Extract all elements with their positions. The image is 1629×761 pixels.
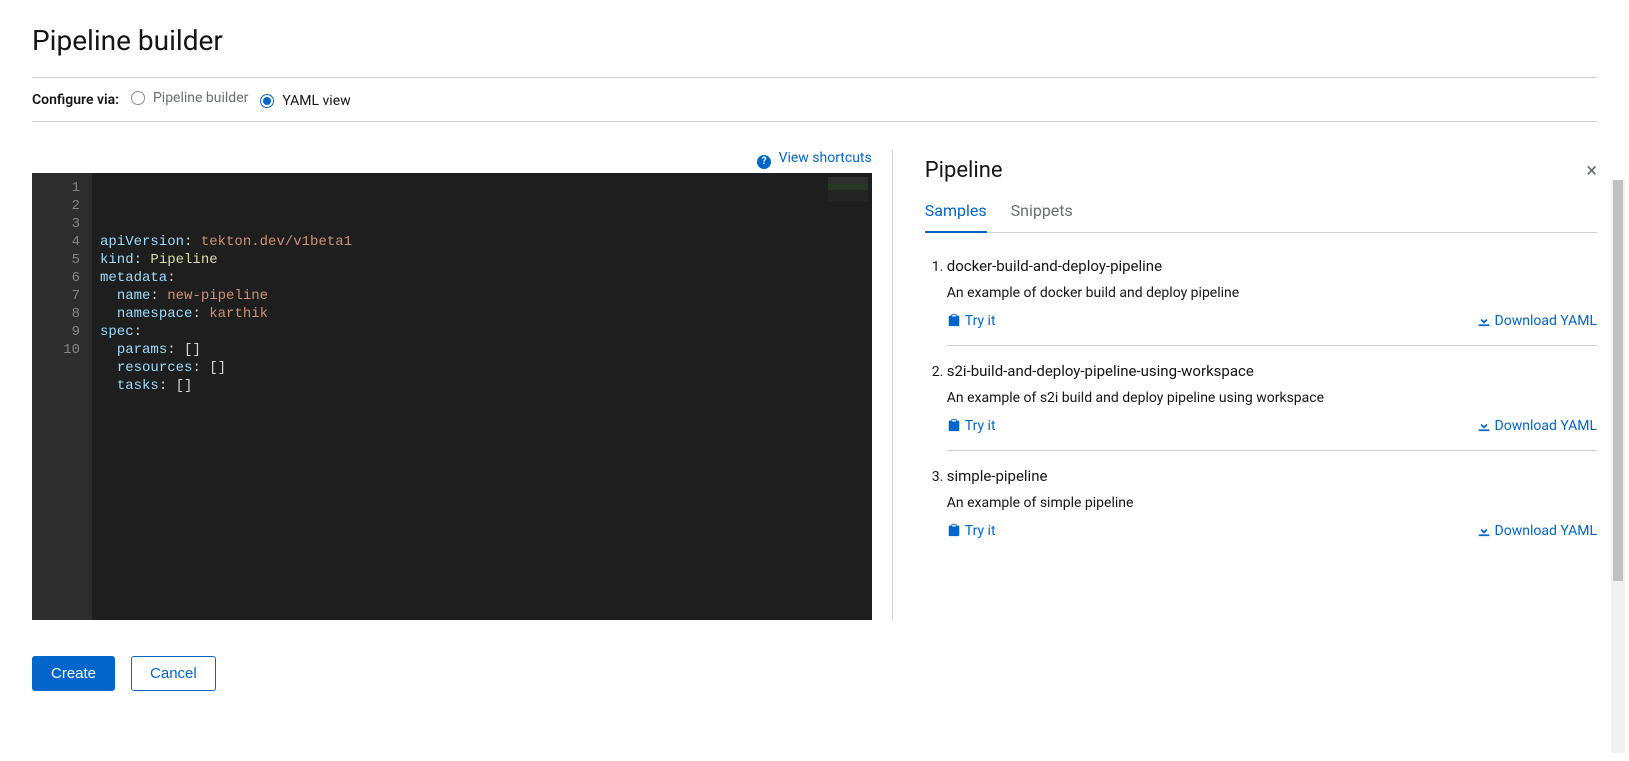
line-number: 1 <box>52 179 80 197</box>
sidebar-tabs: Samples Snippets <box>925 191 1597 233</box>
line-number: 7 <box>52 287 80 305</box>
configure-bar: Configure via: Pipeline builder YAML view <box>32 77 1597 122</box>
code-line: name: new-pipeline <box>100 287 864 305</box>
try-it-link[interactable]: Try it <box>947 313 996 329</box>
line-number: 9 <box>52 323 80 341</box>
sample-title: simple-pipeline <box>947 467 1597 485</box>
code-line: apiVersion: tekton.dev/v1beta1 <box>100 233 864 251</box>
sample-actions: Try it Download YAML <box>947 523 1597 539</box>
code-line: metadata: <box>100 269 864 287</box>
radio-configure-1[interactable]: YAML view <box>260 93 350 109</box>
code-line: tasks: [] <box>100 377 864 395</box>
sample-description: An example of simple pipeline <box>947 495 1597 511</box>
sample-description: An example of docker build and deploy pi… <box>947 285 1597 301</box>
close-icon[interactable]: × <box>1586 158 1597 182</box>
try-it-link[interactable]: Try it <box>947 418 996 434</box>
line-number: 5 <box>52 251 80 269</box>
paste-icon <box>947 418 961 432</box>
paste-icon <box>947 313 961 327</box>
code-line: spec: <box>100 323 864 341</box>
sample-item: simple-pipeline An example of simple pipe… <box>947 451 1597 555</box>
radio-icon <box>260 94 274 108</box>
sidebar-title: Pipeline <box>925 158 1597 183</box>
download-icon <box>1477 523 1491 537</box>
page-scrollbar[interactable] <box>1611 180 1625 753</box>
download-icon <box>1477 313 1491 327</box>
download-yaml-link[interactable]: Download YAML <box>1477 523 1597 539</box>
sample-actions: Try it Download YAML <box>947 313 1597 329</box>
tab-samples[interactable]: Samples <box>925 191 987 232</box>
radio-icon <box>131 91 145 105</box>
view-shortcuts-link[interactable]: ? View shortcuts <box>757 150 872 166</box>
radio-configure-0[interactable]: Pipeline builder <box>131 90 248 106</box>
sample-description: An example of s2i build and deploy pipel… <box>947 390 1597 406</box>
tab-snippets[interactable]: Snippets <box>1011 191 1073 232</box>
sample-actions: Try it Download YAML <box>947 418 1597 434</box>
help-icon: ? <box>757 155 771 169</box>
footer-actions: Create Cancel <box>32 656 1597 691</box>
yaml-editor[interactable]: 12345678910 apiVersion: tekton.dev/v1bet… <box>32 173 872 620</box>
sample-item: s2i-build-and-deploy-pipeline-using-work… <box>947 346 1597 451</box>
line-number: 8 <box>52 305 80 323</box>
sample-title: s2i-build-and-deploy-pipeline-using-work… <box>947 362 1597 380</box>
sample-item: docker-build-and-deploy-pipeline An examp… <box>947 241 1597 346</box>
code-line: params: [] <box>100 341 864 359</box>
code-line: kind: Pipeline <box>100 251 864 269</box>
download-yaml-link[interactable]: Download YAML <box>1477 313 1597 329</box>
code-line: namespace: karthik <box>100 305 864 323</box>
paste-icon <box>947 523 961 537</box>
radio-label: YAML view <box>282 93 350 109</box>
view-shortcuts-label: View shortcuts <box>779 150 872 166</box>
code-line <box>100 395 864 413</box>
try-it-link[interactable]: Try it <box>947 523 996 539</box>
line-number: 2 <box>52 197 80 215</box>
editor-gutter: 12345678910 <box>32 173 92 620</box>
sample-title: docker-build-and-deploy-pipeline <box>947 257 1597 275</box>
download-yaml-link[interactable]: Download YAML <box>1477 418 1597 434</box>
line-number: 10 <box>52 341 80 359</box>
editor-content[interactable]: apiVersion: tekton.dev/v1beta1kind: Pipe… <box>92 173 872 620</box>
line-number: 6 <box>52 269 80 287</box>
line-number: 4 <box>52 233 80 251</box>
samples-list: docker-build-and-deploy-pipeline An examp… <box>925 241 1597 555</box>
download-icon <box>1477 418 1491 432</box>
configure-label: Configure via: <box>32 92 119 108</box>
line-number: 3 <box>52 215 80 233</box>
page-title: Pipeline builder <box>32 24 1597 57</box>
create-button[interactable]: Create <box>32 656 115 691</box>
code-line: resources: [] <box>100 359 864 377</box>
radio-label: Pipeline builder <box>153 90 248 106</box>
scrollbar-thumb[interactable] <box>1613 180 1623 581</box>
cancel-button[interactable]: Cancel <box>131 656 216 691</box>
editor-minimap <box>828 177 868 201</box>
